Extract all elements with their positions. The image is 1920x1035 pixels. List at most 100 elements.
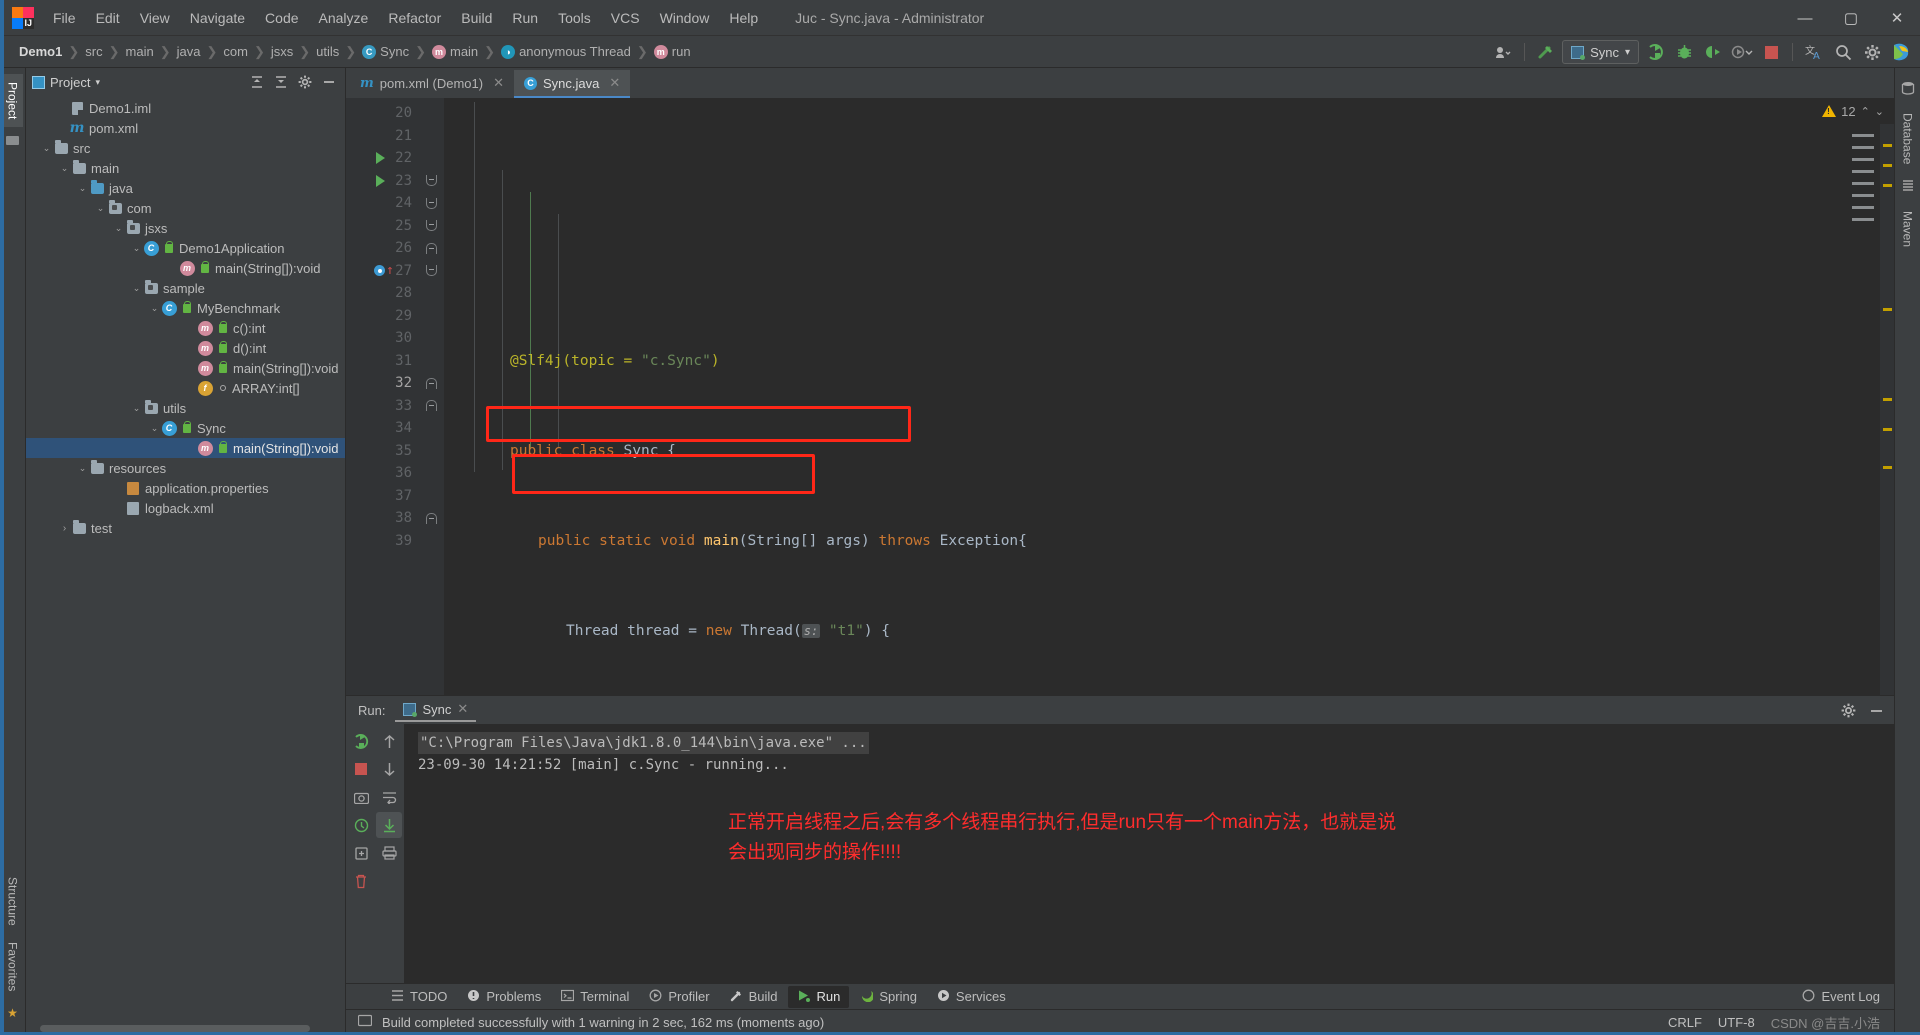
fold-region-icon[interactable] <box>418 395 444 418</box>
translate-icon[interactable]: 文A <box>1801 40 1827 64</box>
tree-item-test[interactable]: › test <box>26 518 345 538</box>
tool-window-terminal[interactable]: Terminal <box>552 986 638 1008</box>
tool-window-todo[interactable]: TODO <box>382 986 456 1008</box>
breadcrumb-item-anonymous-thread[interactable]: ◑ anonymous Thread <box>496 42 636 61</box>
expand-all-icon[interactable] <box>271 72 291 92</box>
breadcrumb-item-src[interactable]: src <box>80 42 107 61</box>
settings-gear-icon[interactable] <box>1859 40 1885 64</box>
run-class-gutter-icon[interactable] <box>376 152 385 165</box>
tree-item-field-array[interactable]: f ARRAY:int[] <box>26 378 345 398</box>
user-icon[interactable] <box>1490 40 1516 64</box>
tree-arrow-icon[interactable]: ⌄ <box>40 143 53 154</box>
tree-arrow-icon[interactable]: ⌄ <box>148 423 161 434</box>
tree-item-method-main-benchmark[interactable]: m main(String[]):void <box>26 358 345 378</box>
collapse-all-icon[interactable] <box>247 72 267 92</box>
sidebar-item-structure[interactable]: Structure <box>3 869 23 934</box>
breadcrumb-item-main[interactable]: main <box>121 42 159 61</box>
module-icon[interactable] <box>5 134 20 149</box>
run-with-coverage-icon[interactable] <box>1700 40 1726 64</box>
menu-build[interactable]: Build <box>452 6 501 30</box>
tree-item-src[interactable]: ⌄ src <box>26 138 345 158</box>
fold-region-icon[interactable] <box>418 372 444 395</box>
search-icon[interactable] <box>1830 40 1856 64</box>
print-icon[interactable] <box>376 840 402 866</box>
tree-arrow-icon[interactable]: › <box>58 523 71 534</box>
project-horizontal-scrollbar[interactable] <box>40 1025 330 1032</box>
menu-tools[interactable]: Tools <box>549 6 600 30</box>
stop-icon[interactable] <box>348 756 374 782</box>
minimize-button[interactable]: — <box>1782 0 1828 36</box>
fold-region-icon[interactable] <box>418 192 444 215</box>
menu-window[interactable]: Window <box>651 6 719 30</box>
sidebar-item-maven[interactable]: Maven <box>1898 203 1918 255</box>
stop-icon[interactable] <box>1758 40 1784 64</box>
clear-all-icon[interactable] <box>348 868 374 894</box>
menu-refactor[interactable]: Refactor <box>379 6 450 30</box>
menu-code[interactable]: Code <box>256 6 307 30</box>
sidebar-item-database[interactable]: Database <box>1898 105 1918 172</box>
tree-arrow-icon[interactable]: ⌄ <box>148 303 161 314</box>
warning-marker[interactable] <box>1883 308 1892 311</box>
tree-item-demo1-iml[interactable]: Demo1.iml <box>26 98 345 118</box>
hide-panel-icon[interactable] <box>1866 700 1886 720</box>
tree-item-com[interactable]: ⌄ com <box>26 198 345 218</box>
breadcrumb-item-sync[interactable]: C Sync <box>357 42 414 61</box>
warning-marker[interactable] <box>1883 466 1892 469</box>
breadcrumb-item-java[interactable]: java <box>172 42 206 61</box>
rerun-icon[interactable] <box>348 728 374 754</box>
fold-region-icon[interactable] <box>418 507 444 530</box>
tree-item-sample[interactable]: ⌄ sample <box>26 278 345 298</box>
next-problem-icon[interactable]: ⌄ <box>1875 105 1884 118</box>
tree-item-mybenchmark[interactable]: ⌄ C MyBenchmark <box>26 298 345 318</box>
breadcrumb-item-jsxs[interactable]: jsxs <box>266 42 298 61</box>
tab-pom-xml[interactable]: m pom.xml (Demo1) ✕ <box>350 70 514 98</box>
tree-item-utils[interactable]: ⌄ utils <box>26 398 345 418</box>
fold-region-icon[interactable] <box>418 260 444 283</box>
star-icon[interactable]: ★ <box>7 1006 18 1020</box>
sidebar-item-favorites[interactable]: Favorites <box>3 934 23 999</box>
fold-region-icon[interactable] <box>418 170 444 193</box>
tree-item-application-properties[interactable]: application.properties <box>26 478 345 498</box>
tree-item-method-d[interactable]: m d():int <box>26 338 345 358</box>
warning-marker[interactable] <box>1883 184 1892 187</box>
menu-edit[interactable]: Edit <box>87 6 129 30</box>
close-icon[interactable]: ✕ <box>493 75 504 91</box>
scroll-to-end-icon[interactable] <box>376 812 402 838</box>
tree-item-demo1application[interactable]: ⌄ C Demo1Application <box>26 238 345 258</box>
run-tab-sync[interactable]: Sync ✕ <box>395 698 477 722</box>
tree-arrow-icon[interactable]: ⌄ <box>94 203 107 214</box>
menu-file[interactable]: File <box>44 6 85 30</box>
close-icon[interactable]: ✕ <box>609 75 620 91</box>
tool-window-services[interactable]: Services <box>928 986 1015 1008</box>
menu-run[interactable]: Run <box>503 6 547 30</box>
menu-help[interactable]: Help <box>720 6 767 30</box>
fold-region-icon[interactable] <box>418 215 444 238</box>
previous-problem-icon[interactable]: ⌃ <box>1861 105 1870 118</box>
tree-item-java[interactable]: ⌄ java <box>26 178 345 198</box>
tree-arrow-icon[interactable]: ⌄ <box>130 283 143 294</box>
export-icon[interactable] <box>348 840 374 866</box>
profile-icon[interactable] <box>1729 40 1755 64</box>
debug-icon[interactable] <box>1671 40 1697 64</box>
breadcrumb-item-run-method[interactable]: m run <box>649 42 696 61</box>
project-panel-title[interactable]: Project ▾ <box>32 75 100 90</box>
inspection-widget[interactable]: 12 ⌃ ⌄ <box>1754 98 1894 124</box>
menu-vcs[interactable]: VCS <box>602 6 649 30</box>
status-message[interactable]: Build completed successfully with 1 warn… <box>382 1015 824 1030</box>
tab-sync-java[interactable]: C Sync.java ✕ <box>513 70 631 98</box>
breadcrumb-item-utils[interactable]: utils <box>311 42 344 61</box>
menu-navigate[interactable]: Navigate <box>181 6 254 30</box>
maximize-button[interactable]: ▢ <box>1828 0 1874 36</box>
settings-gear-icon[interactable] <box>295 72 315 92</box>
run-configuration-selector[interactable]: Sync ▾ <box>1562 40 1639 64</box>
overriding-method-gutter-icon[interactable] <box>374 265 385 277</box>
editor-marker-bar[interactable] <box>1880 98 1894 695</box>
fold-region-icon[interactable] <box>418 237 444 260</box>
tree-item-method-main[interactable]: m main(String[]):void <box>26 258 345 278</box>
breadcrumb-item-com[interactable]: com <box>218 42 253 61</box>
sidebar-item-project[interactable]: Project <box>2 74 23 128</box>
console-output[interactable]: "C:\Program Files\Java\jdk1.8.0_144\bin\… <box>404 724 1894 983</box>
tool-window-run[interactable]: Run <box>788 985 850 1008</box>
tool-window-problems[interactable]: Problems <box>458 986 550 1008</box>
tool-window-build[interactable]: Build <box>721 986 787 1008</box>
